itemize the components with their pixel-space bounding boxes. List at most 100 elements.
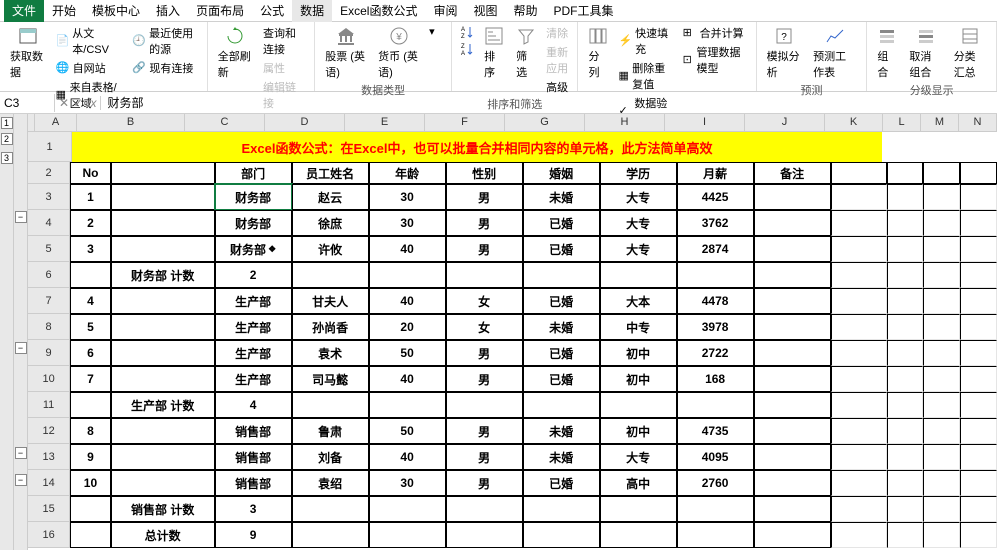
cell[interactable]: 大专: [600, 210, 677, 236]
cell[interactable]: [600, 262, 677, 288]
tab-view[interactable]: 视图: [465, 0, 505, 22]
btn-clear[interactable]: 清除: [544, 24, 571, 42]
cell[interactable]: 4095: [677, 444, 754, 470]
dept-cell[interactable]: 财务部 ❖: [215, 236, 292, 262]
cell[interactable]: [754, 392, 831, 418]
col-header-K[interactable]: K: [825, 114, 883, 131]
header-cell[interactable]: 性别: [446, 162, 523, 184]
cell[interactable]: [887, 340, 924, 366]
row-header[interactable]: 7: [28, 288, 70, 314]
cell[interactable]: 未婚: [523, 444, 600, 470]
cell[interactable]: [446, 262, 523, 288]
cell[interactable]: 9: [215, 522, 292, 548]
row-header[interactable]: 11: [28, 392, 70, 418]
cell[interactable]: [111, 288, 215, 314]
col-header-N[interactable]: N: [959, 114, 997, 131]
cell[interactable]: 袁术: [292, 340, 369, 366]
cell[interactable]: [923, 210, 960, 236]
row-header[interactable]: 9: [28, 340, 70, 366]
cell[interactable]: [523, 392, 600, 418]
cell[interactable]: [523, 496, 600, 522]
btn-getdata[interactable]: 获取数据: [6, 24, 50, 82]
cell[interactable]: 30: [369, 470, 446, 496]
cell[interactable]: [887, 496, 924, 522]
btn-currency[interactable]: ¥货币 (英语): [374, 24, 423, 82]
header-cell[interactable]: 学历: [600, 162, 677, 184]
cell[interactable]: 刘备: [292, 444, 369, 470]
cell[interactable]: 男: [446, 210, 523, 236]
cell[interactable]: [754, 262, 831, 288]
cell[interactable]: 初中: [600, 366, 677, 392]
row-header[interactable]: 3: [28, 184, 70, 210]
btn-ungroup[interactable]: 取消组合: [905, 24, 945, 82]
btn-props[interactable]: 属性: [261, 59, 308, 77]
cell[interactable]: [111, 366, 215, 392]
cell[interactable]: [831, 392, 887, 418]
btn-removedup[interactable]: ▦删除重复值: [616, 59, 676, 93]
dept-cell[interactable]: 生产部: [215, 288, 292, 314]
tab-home[interactable]: 开始: [44, 0, 84, 22]
cell[interactable]: 4425: [677, 184, 754, 210]
cell[interactable]: 4: [70, 288, 111, 314]
cell[interactable]: [754, 184, 831, 210]
btn-subtotal[interactable]: 分类汇总: [950, 24, 990, 82]
cell[interactable]: 7: [70, 366, 111, 392]
cell[interactable]: [754, 496, 831, 522]
cell[interactable]: [754, 470, 831, 496]
cell[interactable]: [960, 210, 997, 236]
cell[interactable]: [960, 418, 997, 444]
cell[interactable]: [831, 418, 887, 444]
btn-stocks[interactable]: 股票 (英语): [321, 24, 370, 82]
cell[interactable]: [960, 444, 997, 470]
tab-file[interactable]: 文件: [4, 0, 44, 22]
col-header-D[interactable]: D: [265, 114, 345, 131]
cell[interactable]: [923, 288, 960, 314]
cell[interactable]: [960, 392, 997, 418]
btn-flashfill[interactable]: ⚡快速填充: [616, 24, 676, 58]
cell[interactable]: 40: [369, 236, 446, 262]
cell[interactable]: [831, 496, 887, 522]
cell[interactable]: 已婚: [523, 470, 600, 496]
dept-cell[interactable]: 生产部: [215, 314, 292, 340]
cell[interactable]: [754, 288, 831, 314]
cell[interactable]: [923, 314, 960, 340]
cell[interactable]: [446, 392, 523, 418]
cell[interactable]: 生产部 计数: [111, 392, 215, 418]
cell[interactable]: 孙尚香: [292, 314, 369, 340]
enter-icon[interactable]: ✓: [73, 96, 83, 110]
cell[interactable]: [960, 522, 997, 548]
dept-cell[interactable]: 财务部: [215, 184, 292, 210]
formula-input[interactable]: 财务部: [101, 92, 997, 113]
cell[interactable]: [831, 366, 887, 392]
cell[interactable]: 3: [70, 236, 111, 262]
cell[interactable]: 20: [369, 314, 446, 340]
cell[interactable]: [369, 522, 446, 548]
cell[interactable]: [111, 470, 215, 496]
cell[interactable]: [111, 314, 215, 340]
cell[interactable]: 3: [215, 496, 292, 522]
cell[interactable]: [754, 314, 831, 340]
cell[interactable]: [754, 236, 831, 262]
btn-sort-desc[interactable]: ZA: [458, 41, 476, 57]
name-box[interactable]: C3: [0, 94, 55, 112]
cell[interactable]: [831, 262, 887, 288]
cell[interactable]: [831, 288, 887, 314]
cell[interactable]: 3978: [677, 314, 754, 340]
cancel-icon[interactable]: ✕: [59, 96, 69, 110]
cell[interactable]: [831, 210, 887, 236]
header-cell[interactable]: 婚姻: [523, 162, 600, 184]
cell[interactable]: 徐庶: [292, 210, 369, 236]
col-header-I[interactable]: I: [665, 114, 745, 131]
row-header[interactable]: 5: [28, 236, 70, 262]
col-header-A[interactable]: A: [35, 114, 77, 131]
btn-existconn[interactable]: 🔗现有连接: [130, 59, 200, 77]
cell[interactable]: [677, 522, 754, 548]
btn-reapply[interactable]: 重新应用: [544, 43, 571, 77]
cell[interactable]: [754, 444, 831, 470]
outline-collapse[interactable]: −: [15, 211, 27, 223]
row-header[interactable]: 14: [28, 470, 70, 496]
btn-sort[interactable]: 排序: [480, 24, 508, 82]
cell[interactable]: 已婚: [523, 366, 600, 392]
cell[interactable]: [600, 522, 677, 548]
row-header[interactable]: 10: [28, 366, 70, 392]
